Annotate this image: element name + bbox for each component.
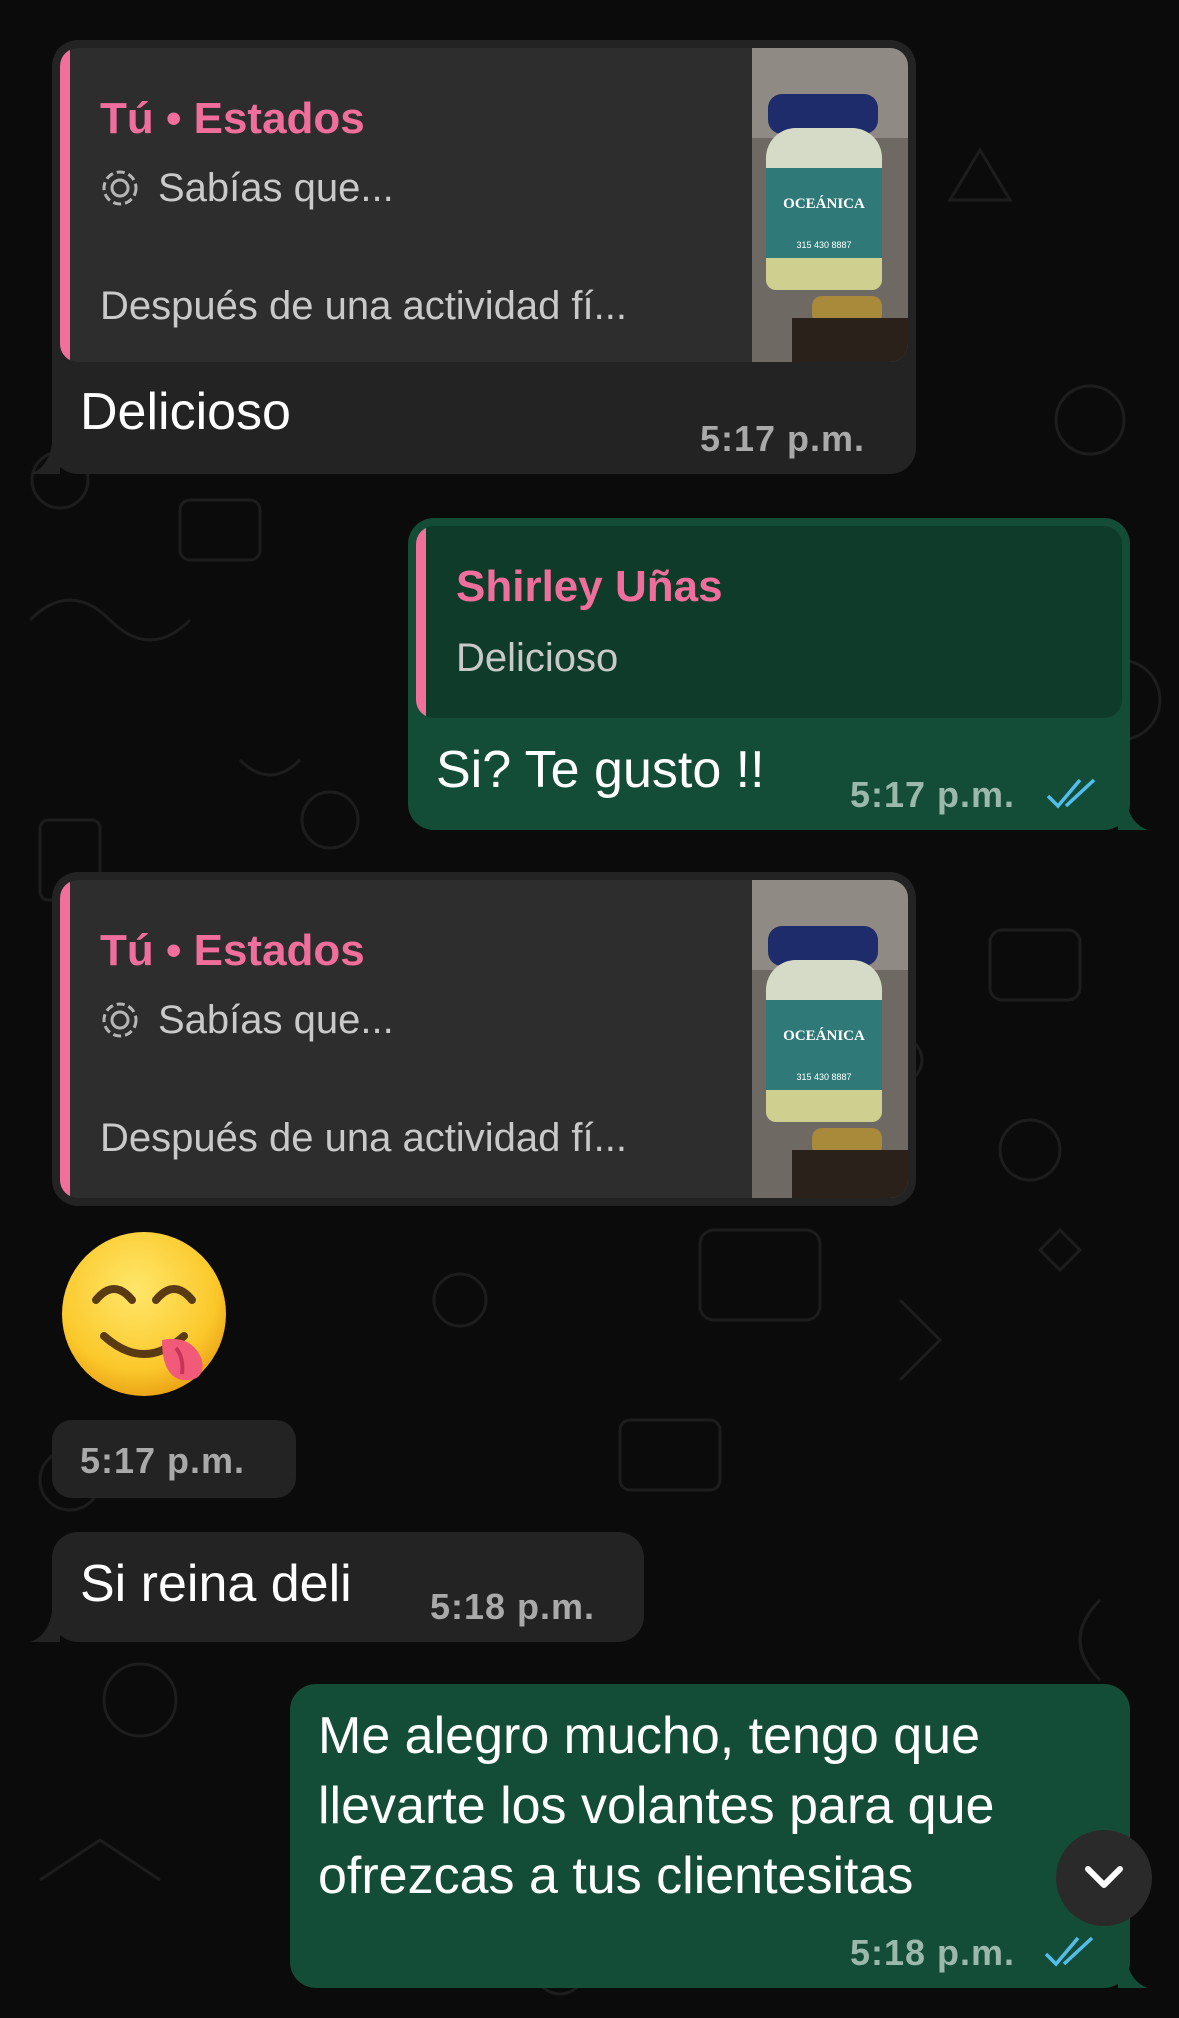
message-time: 5:18 p.m.	[850, 1932, 1016, 1973]
quote-text: Delicioso	[456, 636, 619, 680]
status-icon	[102, 1002, 138, 1038]
quote-accent-bar	[416, 526, 426, 718]
read-receipt-icon	[1044, 1936, 1094, 1967]
message-time: 5:17 p.m.	[80, 1440, 246, 1481]
message-text-line: ofrezcas a tus clientesitas	[318, 1847, 914, 1905]
quote-accent-bar	[60, 48, 70, 362]
message-text: Delicioso	[80, 383, 291, 441]
bubble-tail	[30, 1612, 60, 1642]
status-thumbnail: OCEÁNICA 315 430 8887	[752, 48, 908, 362]
message-time: 5:17 p.m.	[850, 774, 1016, 815]
scroll-to-bottom-button[interactable]	[1056, 1830, 1152, 1926]
thumb-phone: 315 430 8887	[796, 240, 851, 250]
status-thumbnail: OCEÁNICA 315 430 8887	[752, 880, 908, 1198]
status-text: Después de una actividad fí...	[100, 284, 627, 328]
bubble-tail	[1118, 1958, 1148, 1988]
quoted-message[interactable]: Shirley Uñas Delicioso	[416, 526, 1122, 718]
bubble-tail	[1118, 800, 1148, 830]
quote-author: Shirley Uñas	[456, 562, 723, 611]
status-text: Después de una actividad fí...	[100, 1116, 627, 1160]
message-bubble-incoming[interactable]: Si reina deli 5:18 p.m.	[52, 1532, 644, 1642]
read-receipt-icon	[1046, 778, 1096, 809]
status-title: Sabías que...	[158, 998, 394, 1042]
message-bubble-incoming[interactable]: Tú • Estados Sabías que... Después de un…	[52, 40, 916, 474]
status-icon	[102, 170, 138, 206]
thumb-brand: OCEÁNICA	[783, 1027, 865, 1044]
message-bubble-outgoing[interactable]: Shirley Uñas Delicioso Si? Te gusto !! 5…	[408, 518, 1130, 830]
quote-author: Tú • Estados	[100, 94, 365, 143]
status-title: Sabías que...	[158, 166, 394, 210]
quoted-status[interactable]: Tú • Estados Sabías que... Después de un…	[60, 880, 908, 1198]
message-time: 5:17 p.m.	[700, 418, 866, 459]
face-savoring-food-emoji[interactable]	[58, 1228, 230, 1400]
quote-author: Tú • Estados	[100, 926, 365, 975]
message-text-line: llevarte los volantes para que	[318, 1777, 995, 1835]
message-time: 5:18 p.m.	[430, 1586, 596, 1627]
thumb-brand: OCEÁNICA	[783, 195, 865, 212]
message-text: Si? Te gusto !!	[436, 741, 765, 799]
emoji-time-pill: 5:17 p.m.	[52, 1420, 296, 1498]
thumb-phone: 315 430 8887	[796, 1072, 851, 1082]
message-text: Si reina deli	[80, 1555, 352, 1613]
bubble-tail	[30, 444, 60, 474]
quoted-status[interactable]: Tú • Estados Sabías que... Después de un…	[60, 48, 908, 362]
quote-accent-bar	[60, 880, 70, 1198]
message-bubble-outgoing[interactable]: Me alegro mucho, tengo que llevarte los …	[290, 1684, 1130, 1988]
message-text-line: Me alegro mucho, tengo que	[318, 1707, 980, 1765]
message-bubble-incoming[interactable]: Tú • Estados Sabías que... Después de un…	[52, 872, 916, 1206]
chevron-down-icon	[1085, 1866, 1123, 1888]
